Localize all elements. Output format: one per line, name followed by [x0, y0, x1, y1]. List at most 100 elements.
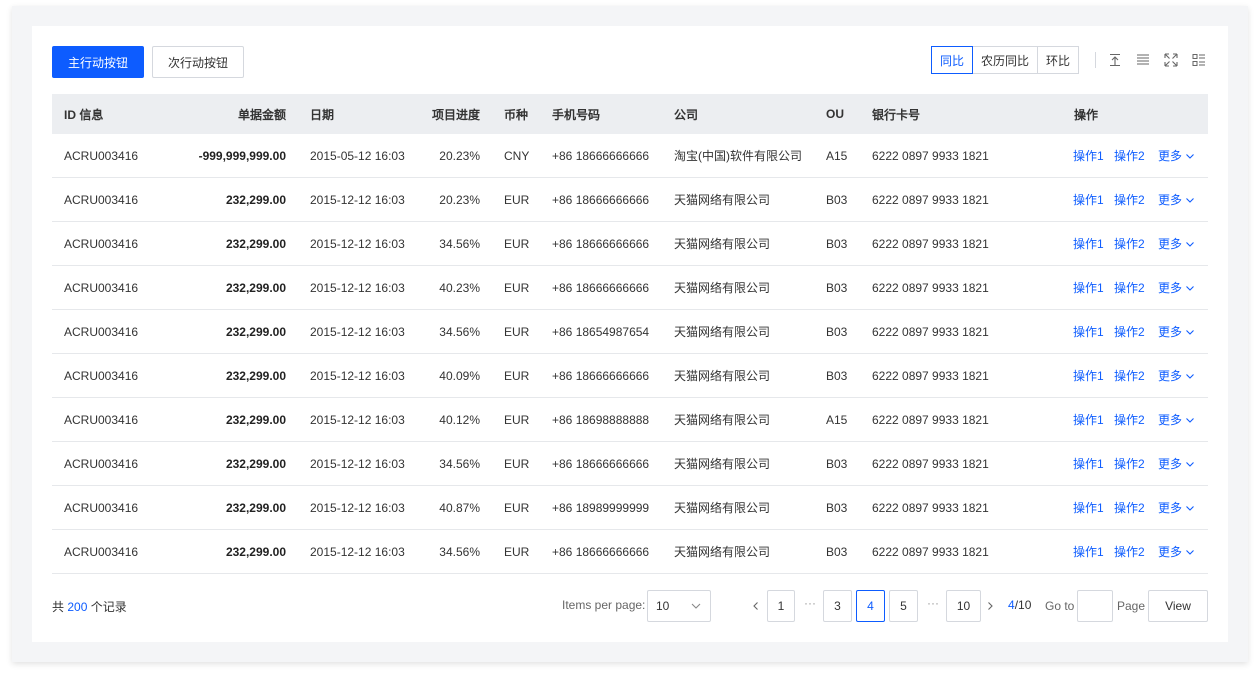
- page-button-3[interactable]: 3: [823, 590, 852, 622]
- cell-phone: +86 18666666666: [552, 456, 650, 471]
- action-op2-link[interactable]: 操作2: [1114, 279, 1145, 296]
- page-button-5[interactable]: 5: [889, 590, 918, 622]
- fullscreen-icon[interactable]: [1161, 50, 1181, 70]
- action-more-dropdown[interactable]: 更多: [1158, 147, 1196, 164]
- cell-card: 6222 0897 9933 1821: [872, 368, 989, 383]
- primary-action-button[interactable]: 主行动按钮: [52, 46, 144, 78]
- action-op2-link[interactable]: 操作2: [1114, 543, 1145, 560]
- next-page-button[interactable]: [982, 596, 998, 616]
- cell-phone: +86 18666666666: [552, 148, 650, 163]
- cell-amount: 232,299.00: [225, 324, 286, 339]
- density-icon[interactable]: [1133, 50, 1153, 70]
- cell-ou: B03: [826, 236, 848, 251]
- cell-amount: 232,299.00: [225, 280, 286, 295]
- cell-amount: 232,299.00: [225, 412, 286, 427]
- action-op2-link[interactable]: 操作2: [1114, 323, 1145, 340]
- action-more-dropdown[interactable]: 更多: [1158, 499, 1196, 516]
- chevron-down-icon: [1186, 461, 1194, 467]
- chevron-left-icon: [753, 602, 758, 610]
- total-records: 共 200 个记录: [52, 598, 127, 615]
- cell-progress: 34.56%: [439, 236, 480, 251]
- cell-date: 2015-05-12 16:03: [310, 148, 405, 163]
- action-more-dropdown[interactable]: 更多: [1158, 191, 1196, 208]
- items-per-page-select[interactable]: 10: [647, 590, 711, 622]
- cell-amount: 232,299.00: [225, 544, 286, 559]
- action-more-dropdown[interactable]: 更多: [1158, 235, 1196, 252]
- cell-card: 6222 0897 9933 1821: [872, 192, 989, 207]
- cell-currency: EUR: [504, 412, 530, 427]
- action-more-label: 更多: [1158, 457, 1183, 471]
- action-op2-link[interactable]: 操作2: [1114, 367, 1145, 384]
- segment-mom[interactable]: 环比: [1037, 46, 1080, 74]
- action-more-label: 更多: [1158, 149, 1183, 163]
- page-button-10[interactable]: 10: [946, 590, 981, 622]
- items-per-page-value: 10: [656, 599, 670, 613]
- cell-amount: 232,299.00: [225, 456, 286, 471]
- cell-phone: +86 18666666666: [552, 544, 650, 559]
- table-row: ACRU003416 -999,999,999.00 2015-05-12 16:0…: [52, 134, 1208, 178]
- action-op2-link[interactable]: 操作2: [1114, 191, 1145, 208]
- action-op1-link[interactable]: 操作1: [1073, 323, 1104, 340]
- cell-date: 2015-12-12 16:03: [310, 412, 405, 427]
- chevron-down-icon: [1186, 241, 1194, 247]
- action-op1-link[interactable]: 操作1: [1073, 147, 1104, 164]
- action-more-dropdown[interactable]: 更多: [1158, 411, 1196, 428]
- prev-page-button[interactable]: [748, 596, 764, 616]
- action-op1-link[interactable]: 操作1: [1073, 411, 1104, 428]
- action-op1-link[interactable]: 操作1: [1073, 279, 1104, 296]
- page-label: Page: [1117, 599, 1146, 613]
- header-phone: 手机号码: [552, 107, 601, 122]
- cell-currency: EUR: [504, 544, 530, 559]
- chevron-down-icon: [1186, 373, 1194, 379]
- segment-lunar-yoy[interactable]: 农历同比: [972, 46, 1039, 74]
- view-button[interactable]: View: [1148, 590, 1208, 622]
- action-op1-link[interactable]: 操作1: [1073, 235, 1104, 252]
- header-date: 日期: [310, 107, 335, 122]
- action-more-dropdown[interactable]: 更多: [1158, 323, 1196, 340]
- cell-progress: 40.09%: [439, 368, 480, 383]
- action-more-dropdown[interactable]: 更多: [1158, 279, 1196, 296]
- action-op2-link[interactable]: 操作2: [1114, 455, 1145, 472]
- action-more-dropdown[interactable]: 更多: [1158, 543, 1196, 560]
- action-op2-link[interactable]: 操作2: [1114, 147, 1145, 164]
- cell-progress: 40.12%: [439, 412, 480, 427]
- cell-date: 2015-12-12 16:03: [310, 456, 405, 471]
- action-more-dropdown[interactable]: 更多: [1158, 367, 1196, 384]
- cell-date: 2015-12-12 16:03: [310, 236, 405, 251]
- goto-page-input[interactable]: [1077, 590, 1113, 622]
- cell-ou: B03: [826, 368, 848, 383]
- cell-ou: B03: [826, 456, 848, 471]
- pagination-ellipsis-2: ···: [927, 596, 939, 610]
- header-progress: 项目进度: [431, 107, 480, 122]
- action-op1-link[interactable]: 操作1: [1073, 455, 1104, 472]
- secondary-action-button[interactable]: 次行动按钮: [152, 46, 244, 78]
- cell-phone: +86 18666666666: [552, 236, 650, 251]
- segment-yoy[interactable]: 同比: [931, 46, 974, 74]
- action-op1-link[interactable]: 操作1: [1073, 191, 1104, 208]
- page-frame: 主行动按钮 次行动按钮 同比 农历同比 环比 ID 信息 单据金额 日期 项目进…: [12, 6, 1248, 662]
- table-row: ACRU003416 232,299.00 2015-12-12 16:03 40.8…: [52, 486, 1208, 530]
- action-op2-link[interactable]: 操作2: [1114, 235, 1145, 252]
- cell-amount: 232,299.00: [225, 192, 286, 207]
- page-button-1[interactable]: 1: [767, 590, 795, 622]
- cell-card: 6222 0897 9933 1821: [872, 456, 989, 471]
- total-count: 200: [67, 600, 88, 614]
- cell-phone: +86 18666666666: [552, 280, 650, 295]
- table-row: ACRU003416 232,299.00 2015-12-12 16:03 34.5…: [52, 310, 1208, 354]
- chevron-down-icon: [1186, 285, 1194, 291]
- chevron-down-icon: [1186, 505, 1194, 511]
- cell-company: 天猫网络有限公司: [674, 457, 771, 471]
- page-button-4[interactable]: 4: [856, 590, 885, 622]
- action-op1-link[interactable]: 操作1: [1073, 367, 1104, 384]
- cell-phone: +86 18654987654: [552, 324, 650, 339]
- cell-amount: -999,999,999.00: [198, 148, 286, 163]
- column-settings-icon[interactable]: [1189, 50, 1209, 70]
- cell-company: 天猫网络有限公司: [674, 413, 771, 427]
- header-card: 银行卡号: [872, 107, 921, 122]
- action-op2-link[interactable]: 操作2: [1114, 411, 1145, 428]
- action-op2-link[interactable]: 操作2: [1114, 499, 1145, 516]
- action-op1-link[interactable]: 操作1: [1073, 499, 1104, 516]
- action-more-dropdown[interactable]: 更多: [1158, 455, 1196, 472]
- upload-icon[interactable]: [1105, 50, 1125, 70]
- action-op1-link[interactable]: 操作1: [1073, 543, 1104, 560]
